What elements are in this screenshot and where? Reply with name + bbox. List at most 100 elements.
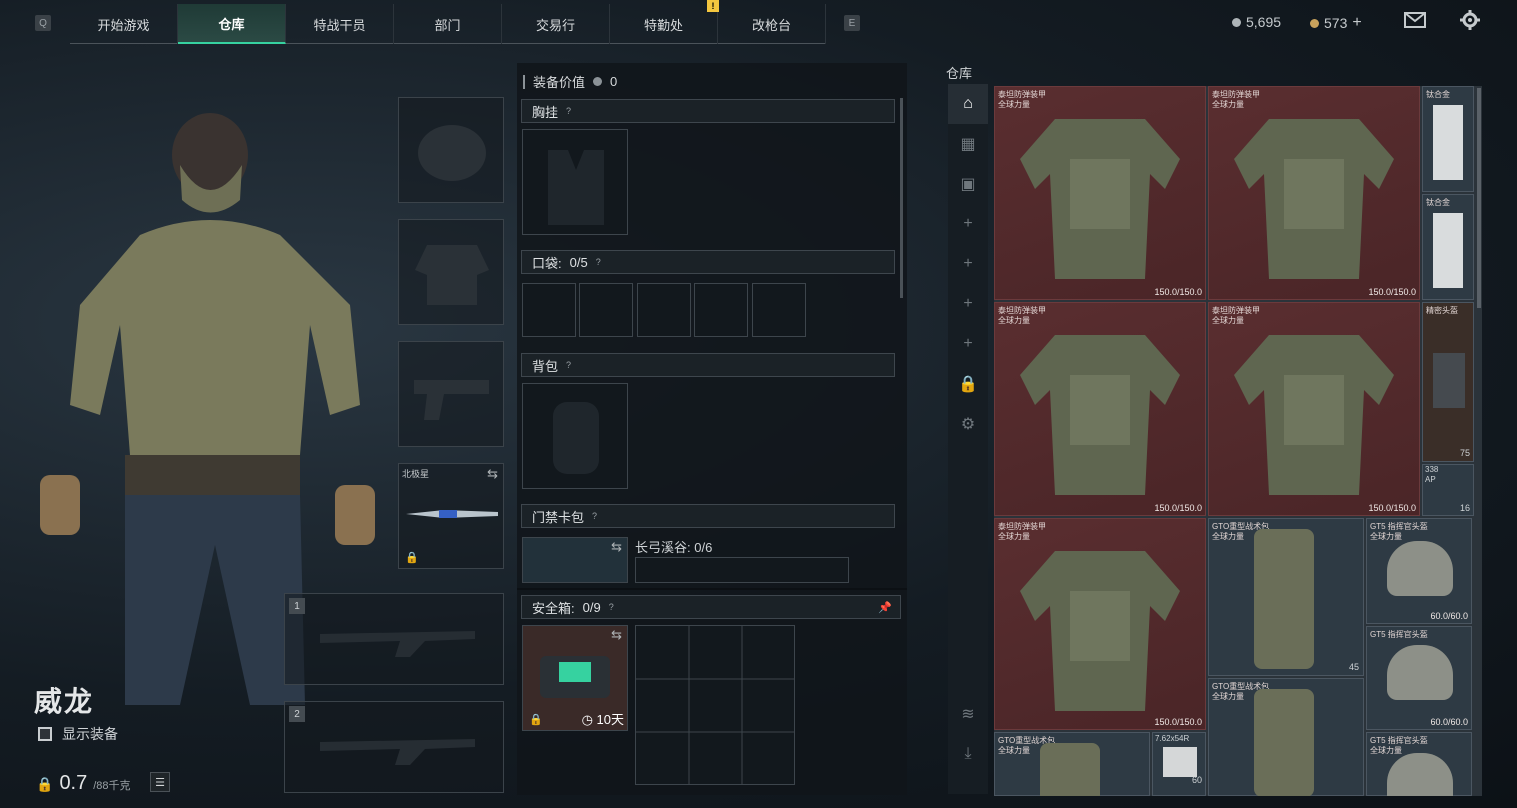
helmet-slot[interactable]: [398, 97, 504, 203]
equipment-value: 0: [610, 74, 618, 89]
safebox-header: 安全箱: 0/9 ? 📌: [521, 595, 901, 619]
notice-badge: !: [707, 0, 719, 12]
warehouse-grid: 泰坦防弹装甲 全球力量 150.0/150.0 泰坦防弹装甲 全球力量 150.0/…: [994, 86, 1482, 796]
keycard-map-count: 长弓溪谷: 0/6: [635, 540, 713, 555]
ammo-item[interactable]: 338 AP 16: [1422, 464, 1474, 516]
settings-gear-icon[interactable]: [1460, 10, 1480, 35]
keycard-case-slot[interactable]: ⇆: [522, 537, 628, 583]
scrollbar[interactable]: [900, 98, 903, 298]
coin-icon: [1232, 17, 1241, 27]
safebox-label: 安全箱:: [532, 600, 575, 616]
swap-icon[interactable]: ⇆: [611, 627, 622, 643]
armor-item[interactable]: 泰坦防弹装甲 全球力量 150.0/150.0: [994, 518, 1206, 730]
backpack-label: 背包: [532, 358, 559, 374]
tab-operators[interactable]: 特战干员: [286, 4, 394, 44]
show-equipment-label: 显示装备: [62, 726, 118, 742]
tab-gunsmith[interactable]: 改枪台: [718, 4, 826, 44]
top-nav: Q 开始游戏 仓库 特战干员 部门 交易行 特勤处 改枪台 ! E 5,695 …: [0, 0, 1517, 48]
help-icon[interactable]: ?: [566, 360, 571, 370]
add-currency-button[interactable]: +: [1352, 14, 1361, 32]
warehouse-title: 仓库: [946, 66, 973, 81]
commander-helmet-item[interactable]: GT5 指挥官头盔 全球力量 60.0/60.0: [1366, 518, 1472, 624]
coin-icon: [593, 77, 603, 86]
tactical-backpack-item[interactable]: GTO重型战术包 全球力量: [994, 732, 1150, 796]
list-icon[interactable]: ☰: [150, 772, 170, 792]
show-equipment-checkbox[interactable]: [38, 727, 52, 741]
secondary-weapon-slot[interactable]: 2: [284, 701, 504, 793]
primary-weapon-slot[interactable]: 1: [284, 593, 504, 685]
equipment-value-row: 装备价值 0: [523, 72, 617, 91]
armor-item[interactable]: 泰坦防弹装甲 全球力量 150.0/150.0: [994, 86, 1206, 300]
warehouse-home-icon[interactable]: ⌂: [948, 84, 988, 124]
sort-icon[interactable]: ⤓: [948, 734, 988, 774]
pockets-label: 口袋:: [532, 255, 562, 271]
tactical-backpack-item[interactable]: GTO重型战术包 全球力量: [1208, 678, 1364, 796]
add-tab-icon[interactable]: +: [948, 324, 988, 364]
equipment-value-label: 装备价值: [533, 75, 586, 90]
chest-rig-header: 胸挂 ?: [521, 99, 895, 123]
prev-tab-key-hint[interactable]: Q: [35, 15, 51, 31]
show-equipment-toggle[interactable]: 显示装备: [38, 724, 118, 744]
warehouse-scrollbar[interactable]: [1477, 88, 1481, 308]
slot-number-1: 1: [289, 598, 305, 614]
pocket-slot[interactable]: [637, 283, 691, 337]
pocket-slot[interactable]: [579, 283, 633, 337]
currency-premium-value: 573: [1324, 15, 1348, 31]
tab-special-service[interactable]: 特勤处: [610, 4, 718, 44]
safebox-timer: ◷ 10天: [581, 712, 624, 727]
tab-start-game[interactable]: 开始游戏: [70, 4, 178, 44]
armor-slot[interactable]: [398, 219, 504, 325]
add-tab-icon[interactable]: +: [948, 204, 988, 244]
add-tab-icon[interactable]: +: [948, 244, 988, 284]
help-icon[interactable]: ?: [596, 257, 601, 267]
warehouse-sidebar: ⌂ ▦ ▣ + + + + 🔒 ⚙ ≋ ⤓: [948, 84, 988, 794]
armor-item[interactable]: 泰坦防弹装甲 全球力量 150.0/150.0: [1208, 302, 1420, 516]
backpack-slot[interactable]: [522, 383, 628, 489]
armor-item[interactable]: 泰坦防弹装甲 全球力量 150.0/150.0: [994, 302, 1206, 516]
warehouse-tab-3-icon[interactable]: ▦: [948, 124, 988, 164]
pocket-slot[interactable]: [522, 283, 576, 337]
pockets-count: 0/5: [569, 254, 588, 270]
character-name: 威龙: [34, 686, 95, 717]
carry-weight: 🔒 0.7 /88千克: [36, 772, 131, 795]
titanium-item[interactable]: 钛合金: [1422, 86, 1474, 192]
weight-lock-icon: 🔒: [36, 776, 54, 792]
tactical-backpack-item[interactable]: GTO重型战术包 全球力量 45: [1208, 518, 1364, 676]
tab-department[interactable]: 部门: [394, 4, 502, 44]
layers-icon[interactable]: ≋: [948, 694, 988, 734]
safebox-grid[interactable]: [635, 625, 795, 785]
tab-trading[interactable]: 交易行: [502, 4, 610, 44]
pin-icon[interactable]: 📌: [878, 601, 892, 614]
currency-coins-value: 5,695: [1246, 14, 1282, 30]
precise-helmet-item[interactable]: 精密头盔 75: [1422, 302, 1474, 462]
help-icon[interactable]: ?: [566, 106, 571, 116]
pocket-slot[interactable]: [694, 283, 748, 337]
ammo-item[interactable]: 7.62x54R 60: [1152, 732, 1206, 796]
swap-icon[interactable]: ⇆: [487, 466, 498, 482]
pistol-slot[interactable]: [398, 341, 504, 447]
backpack-header: 背包 ?: [521, 353, 895, 377]
chest-rig-slot[interactable]: [522, 129, 628, 235]
help-icon[interactable]: ?: [592, 511, 597, 521]
commander-helmet-item[interactable]: GT5 指挥官头盔 全球力量: [1366, 732, 1472, 796]
pocket-slot[interactable]: [752, 283, 806, 337]
lock-icon[interactable]: 🔒: [948, 364, 988, 404]
next-tab-key-hint[interactable]: E: [844, 15, 860, 31]
keycard-grid[interactable]: [635, 557, 849, 583]
titanium-item[interactable]: 钛合金: [1422, 194, 1474, 300]
armor-item[interactable]: 泰坦防弹装甲 全球力量 150.0/150.0: [1208, 86, 1420, 300]
add-tab-icon[interactable]: +: [948, 284, 988, 324]
tab-warehouse[interactable]: 仓库: [178, 4, 286, 44]
help-icon[interactable]: ?: [609, 602, 614, 612]
melee-slot[interactable]: 北极星 ⇆ 🔒: [398, 463, 504, 569]
lock-icon: 🔒: [529, 714, 543, 726]
weight-max: /88千克: [93, 780, 131, 792]
keycard-header: 门禁卡包 ?: [521, 504, 895, 528]
loadout-panel: 装备价值 0 胸挂 ? 口袋: 0/5 ? 背包 ? 门禁卡包 ? ⇆ 长弓溪谷…: [517, 63, 907, 795]
swap-icon[interactable]: ⇆: [611, 539, 622, 555]
safebox-slot[interactable]: ⇆ 🔒 ◷ 10天: [522, 625, 628, 731]
mail-icon[interactable]: [1404, 12, 1426, 33]
commander-helmet-item[interactable]: GT5 指挥官头盔 60.0/60.0: [1366, 626, 1472, 730]
warehouse-tab-4-icon[interactable]: ▣: [948, 164, 988, 204]
gear-icon[interactable]: ⚙: [948, 404, 988, 444]
